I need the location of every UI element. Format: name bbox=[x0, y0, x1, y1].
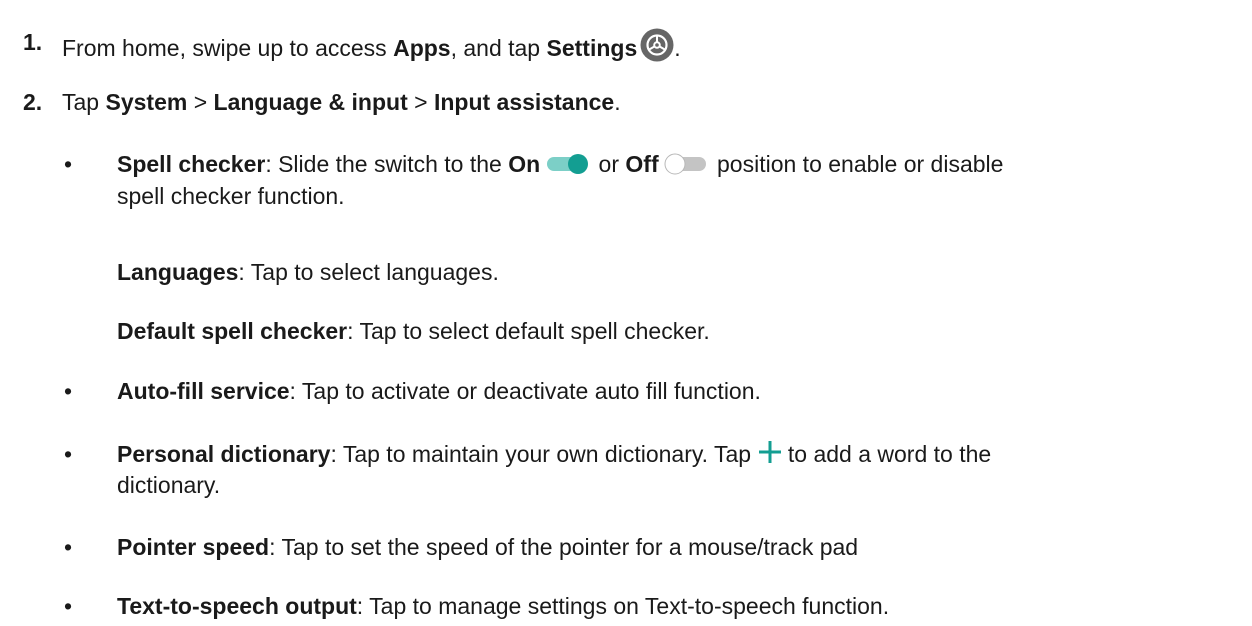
pointer-speed-term: Pointer speed bbox=[117, 534, 270, 560]
tts-output-term: Text-to-speech output bbox=[117, 593, 357, 619]
auto-fill-term: Auto-fill service bbox=[117, 378, 290, 404]
instructions-page: { "steps": [ { "number": "1.", "t1": "Fr… bbox=[0, 0, 1252, 626]
plus-icon bbox=[758, 440, 782, 471]
settings-label: Settings bbox=[546, 35, 638, 61]
toggle-on-icon bbox=[546, 153, 590, 182]
bullet: • bbox=[64, 593, 73, 619]
on-label: On bbox=[508, 151, 541, 177]
bullet: • bbox=[64, 441, 73, 467]
system-label: System bbox=[105, 89, 188, 115]
step-text: From home, swipe up to access Apps, and … bbox=[62, 28, 681, 69]
input-assistance-label: Input assistance bbox=[433, 89, 615, 115]
language-input-label: Language & input bbox=[213, 89, 408, 115]
bullet: • bbox=[64, 534, 73, 560]
apps-label: Apps bbox=[393, 35, 451, 61]
bullet: • bbox=[64, 378, 73, 404]
bullet-text: Spell checker: Slide the switch to the O… bbox=[117, 151, 1004, 209]
personal-dictionary-term: Personal dictionary bbox=[117, 441, 331, 467]
toggle-off-icon bbox=[663, 153, 709, 182]
step-text: Tap System > Language & input > Input as… bbox=[62, 89, 621, 115]
languages-term: Languages bbox=[117, 259, 239, 285]
bullet: • bbox=[64, 151, 73, 177]
step-number: 1. bbox=[23, 29, 43, 55]
step-number: 2. bbox=[23, 89, 43, 115]
default-spell-checker-term: Default spell checker bbox=[117, 318, 348, 344]
spell-checker-term: Spell checker bbox=[117, 151, 266, 177]
off-label: Off bbox=[625, 151, 659, 177]
settings-icon bbox=[640, 28, 674, 69]
